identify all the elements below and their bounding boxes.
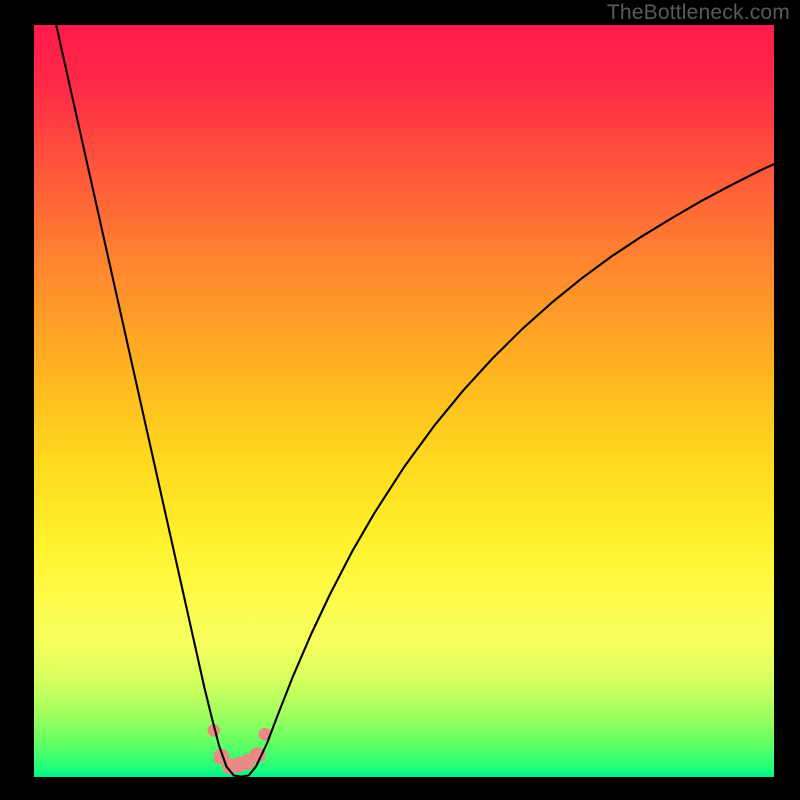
markers-group [208,724,272,774]
chart-frame: TheBottleneck.com [0,0,800,800]
curve-overlay [0,0,800,800]
watermark-text: TheBottleneck.com [607,1,790,25]
bottleneck-curve [56,25,774,777]
